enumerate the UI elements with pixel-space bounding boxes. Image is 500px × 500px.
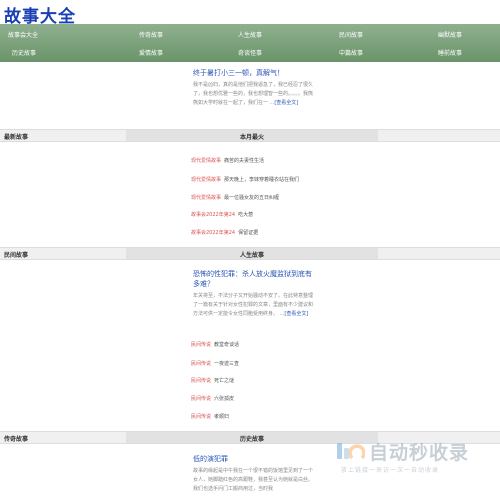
featured-excerpt: 我不是凶妇，真的是他们把我逼急了，我已经忍了很久了，我也想优雅一些的，我也想理智… <box>193 81 313 108</box>
history-article: 低的演犯罪 故事的缘起是中午我在一个很不错的饭馆里见到了一个女人，她脚踏红色的高… <box>193 454 313 494</box>
nav-item-love[interactable]: 爱情故事 <box>139 48 163 57</box>
section-bar-latest: 最新故事 本月最火 <box>0 129 500 142</box>
row-category[interactable]: 现代爱情故事 <box>191 158 221 164</box>
watermark-title: 自动秒收录 <box>369 442 470 464</box>
list-item[interactable]: 故事会2022年第24 保留证据 <box>191 229 258 236</box>
section-title-legend[interactable]: 传奇故事 <box>4 434 28 443</box>
section-title-monthly-hot[interactable]: 本月最火 <box>126 132 378 141</box>
row-category[interactable]: 民间传说 <box>191 361 211 367</box>
row-category[interactable]: 民间传说 <box>191 396 211 402</box>
row-title[interactable]: 痛苦的夫妻性生活 <box>224 158 264 164</box>
list-item[interactable]: 现代爱情故事 痛苦的夫妻性生活 <box>191 157 264 164</box>
row-title[interactable]: 孝顺妇 <box>214 414 229 420</box>
list-item[interactable]: 现代爱情故事 最一位骚女友的五日纠缠 <box>191 194 279 201</box>
nav-item-history[interactable]: 历史故事 <box>12 48 36 57</box>
section-tab-life: 人生故事 <box>126 248 378 259</box>
life-headline[interactable]: 恐怖的性犯罪：杀人放火魔监狱到底有多难？ <box>193 269 313 289</box>
row-title[interactable]: 保留证据 <box>238 230 258 236</box>
row-category[interactable]: 民间传说 <box>191 342 211 348</box>
main-nav: 故事会大全 传奇故事 人生故事 民间故事 幽默故事 历史故事 爱情故事 奇谈怪事… <box>0 24 500 62</box>
list-item[interactable]: 故事会2022年第24 吃大葱 <box>191 211 253 218</box>
watermark-subtitle: 放上链接一来访一次一自动收录 <box>341 467 440 474</box>
section-title-latest[interactable]: 最新故事 <box>4 132 28 141</box>
section-title-folk[interactable]: 民间故事 <box>4 250 28 259</box>
nav-item-humor[interactable]: 幽默故事 <box>438 30 462 39</box>
featured-headline[interactable]: 终于暑打小三一顿，真解气！ <box>193 68 313 78</box>
featured-article: 终于暑打小三一顿，真解气！ 我不是凶妇，真的是他们把我逼急了，我已经忍了很久了，… <box>193 68 313 108</box>
row-title[interactable]: 一夜迹三查 <box>214 361 239 367</box>
row-title[interactable]: 吃大葱 <box>238 212 253 218</box>
row-title[interactable]: 六张孤皮 <box>214 396 234 402</box>
row-category[interactable]: 民间传说 <box>191 378 211 384</box>
nav-item-novella[interactable]: 中篇故事 <box>339 48 363 57</box>
row-category[interactable]: 故事会2022年第24 <box>191 230 235 236</box>
history-excerpt: 故事的缘起是中午我在一个很不错的饭馆里见到了一个女人，她脚踏红色的高跟鞋，我甚至… <box>193 468 314 492</box>
row-category[interactable]: 民间传说 <box>191 414 211 420</box>
nav-item-story-collection[interactable]: 故事会大全 <box>8 30 38 39</box>
watermark: 自动秒收录 放上链接一来访一次一自动收录 <box>335 437 495 477</box>
section-tab-monthly-hot: 本月最火 <box>126 130 378 141</box>
section-title-life[interactable]: 人生故事 <box>126 250 378 259</box>
row-category[interactable]: 现代爱情故事 <box>191 195 221 201</box>
row-title[interactable]: 那天晚上，李妹穿着睡衣站在我们 <box>224 177 299 183</box>
row-title[interactable]: 教堂奇谈话 <box>214 342 239 348</box>
featured-read-more[interactable]: [查看全文] <box>274 100 298 106</box>
list-item[interactable]: 民间传说 教堂奇谈话 <box>191 341 239 348</box>
life-read-more[interactable]: [查看全文] <box>284 311 308 317</box>
nav-item-folk[interactable]: 民间故事 <box>339 30 363 39</box>
list-item[interactable]: 现代爱情故事 那天晚上，李妹穿着睡衣站在我们 <box>191 176 299 183</box>
list-item[interactable]: 民间传说 六张孤皮 <box>191 395 234 402</box>
life-excerpt: 年关将至，不法分子又开始骚动不安了。在此特意整理了一篇有关于针对女性犯罪的文章，… <box>193 292 313 319</box>
row-category[interactable]: 故事会2022年第24 <box>191 212 235 218</box>
list-item[interactable]: 民间传说 死亡之谜 <box>191 377 234 384</box>
nav-item-life[interactable]: 人生故事 <box>238 30 262 39</box>
history-headline[interactable]: 低的演犯罪 <box>193 454 313 464</box>
logo-icon <box>337 443 365 460</box>
nav-item-bedtime[interactable]: 睡前故事 <box>438 48 462 57</box>
row-title[interactable]: 最一位骚女友的五日纠缠 <box>224 195 279 201</box>
list-item[interactable]: 民间传说 一夜迹三查 <box>191 360 239 367</box>
list-item[interactable]: 民间传说 孝顺妇 <box>191 413 229 420</box>
life-article: 恐怖的性犯罪：杀人放火魔监狱到底有多难？ 年关将至，不法分子又开始骚动不安了。在… <box>193 269 313 319</box>
row-category[interactable]: 现代爱情故事 <box>191 177 221 183</box>
section-bar-folk: 民间故事 人生故事 <box>0 247 500 260</box>
row-title[interactable]: 死亡之谜 <box>214 378 234 384</box>
nav-item-legend[interactable]: 传奇故事 <box>139 30 163 39</box>
nav-item-strange[interactable]: 奇谈怪事 <box>238 48 262 57</box>
